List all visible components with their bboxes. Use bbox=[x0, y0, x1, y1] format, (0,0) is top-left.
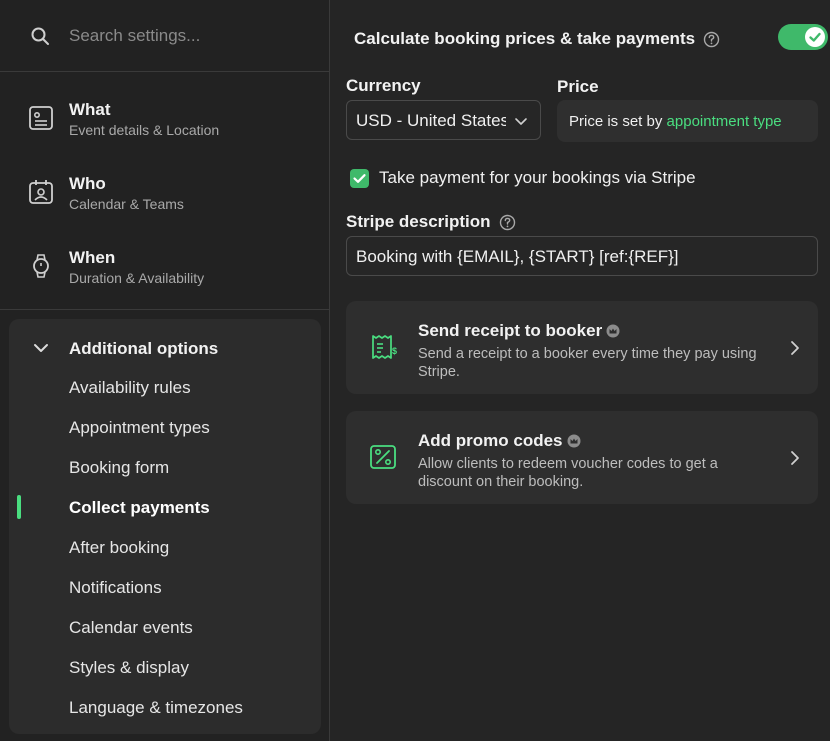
check-icon bbox=[809, 32, 821, 42]
stripe-checkbox-row: Take payment for your bookings via Strip… bbox=[350, 167, 696, 189]
additional-options-label: Additional options bbox=[69, 339, 219, 358]
payments-toggle-row: Calculate booking prices & take payments bbox=[354, 26, 720, 52]
send-receipt-desc: Send a receipt to a booker every time th… bbox=[418, 346, 757, 380]
promo-codes-title: Add promo codes bbox=[418, 431, 581, 451]
help-icon[interactable] bbox=[499, 214, 516, 231]
nav-item-what[interactable]: What Event details & Location bbox=[0, 88, 329, 158]
send-receipt-card[interactable]: $ Send receipt to booker Send a receipt … bbox=[346, 301, 818, 394]
search-bar bbox=[0, 0, 329, 72]
nav-item-who[interactable]: Who Calendar & Teams bbox=[0, 162, 329, 232]
toggle-knob bbox=[805, 27, 825, 47]
calendar-user-icon bbox=[29, 180, 53, 204]
sidebar-item-booking-form[interactable]: Booking form bbox=[69, 458, 169, 478]
sidebar-item-calendar-events[interactable]: Calendar events bbox=[69, 618, 193, 638]
sidebar-item-notifications[interactable]: Notifications bbox=[69, 578, 162, 598]
sidebar-item-availability-rules[interactable]: Availability rules bbox=[69, 378, 191, 398]
price-info: Price is set by appointment type bbox=[557, 100, 818, 142]
chevron-down-icon bbox=[515, 118, 527, 125]
sidebar-item-after-booking[interactable]: After booking bbox=[69, 538, 169, 558]
price-text: Price is set by appointment type bbox=[569, 113, 782, 130]
nav-item-when[interactable]: When Duration & Availability bbox=[0, 236, 329, 306]
promo-codes-card[interactable]: Add promo codes Allow clients to redeem … bbox=[346, 411, 818, 504]
chevron-right-icon bbox=[791, 341, 799, 355]
active-indicator bbox=[17, 495, 21, 519]
sidebar-item-appointment-types[interactable]: Appointment types bbox=[69, 418, 210, 438]
primary-nav: What Event details & Location Who Calend… bbox=[0, 72, 329, 310]
document-icon bbox=[29, 106, 53, 130]
price-label: Price bbox=[557, 77, 599, 96]
search-icon bbox=[31, 27, 49, 45]
stripe-checkbox-label: Take payment for your bookings via Strip… bbox=[379, 168, 696, 187]
price-prefix: Price is set by bbox=[569, 113, 663, 130]
additional-options-toggle[interactable]: Additional options bbox=[9, 327, 321, 367]
promo-codes-desc: Allow clients to redeem voucher codes to… bbox=[418, 456, 718, 490]
stripe-description-value: Booking with {EMAIL}, {START} [ref:{REF}… bbox=[356, 247, 679, 266]
stripe-description-header: Stripe description bbox=[346, 211, 516, 233]
percent-icon bbox=[370, 445, 396, 469]
chevron-down-icon bbox=[34, 344, 48, 352]
crown-icon bbox=[606, 324, 620, 338]
send-receipt-title: Send receipt to booker bbox=[418, 321, 620, 341]
main-panel: Calculate booking prices & take payments… bbox=[331, 0, 830, 741]
additional-options-panel: Additional options Availability rules Ap… bbox=[9, 319, 321, 734]
search-input[interactable] bbox=[69, 22, 309, 50]
promo-codes-title-text: Add promo codes bbox=[418, 431, 563, 450]
nav-what-title: What bbox=[69, 100, 111, 119]
chevron-right-icon bbox=[791, 451, 799, 465]
crown-icon bbox=[567, 434, 581, 448]
currency-select[interactable]: USD - United States bbox=[346, 100, 541, 140]
sidebar-item-collect-payments[interactable]: Collect payments bbox=[69, 498, 210, 518]
nav-who-title: Who bbox=[69, 174, 106, 193]
sidebar-item-styles-display[interactable]: Styles & display bbox=[69, 658, 189, 678]
watch-icon bbox=[33, 254, 49, 278]
nav-when-title: When bbox=[69, 248, 116, 267]
currency-value: USD - United States bbox=[356, 111, 506, 130]
payments-toggle[interactable] bbox=[778, 24, 828, 50]
stripe-checkbox[interactable] bbox=[350, 168, 369, 188]
nav-who-sub: Calendar & Teams bbox=[69, 196, 184, 212]
receipt-icon: $ bbox=[372, 335, 397, 359]
help-icon[interactable] bbox=[703, 31, 720, 48]
payments-toggle-label: Calculate booking prices & take payments bbox=[354, 29, 696, 48]
send-receipt-title-text: Send receipt to booker bbox=[418, 321, 603, 340]
currency-label: Currency bbox=[346, 76, 421, 95]
sidebar: What Event details & Location Who Calend… bbox=[0, 0, 330, 741]
sidebar-item-language-timezones[interactable]: Language & timezones bbox=[69, 698, 243, 718]
svg-text:$: $ bbox=[392, 346, 397, 356]
stripe-description-input[interactable]: Booking with {EMAIL}, {START} [ref:{REF}… bbox=[346, 236, 818, 276]
stripe-description-label: Stripe description bbox=[346, 212, 491, 231]
check-icon bbox=[353, 173, 366, 183]
appointment-type-link[interactable]: appointment type bbox=[667, 113, 782, 130]
nav-when-sub: Duration & Availability bbox=[69, 270, 205, 286]
nav-what-sub: Event details & Location bbox=[69, 122, 220, 138]
